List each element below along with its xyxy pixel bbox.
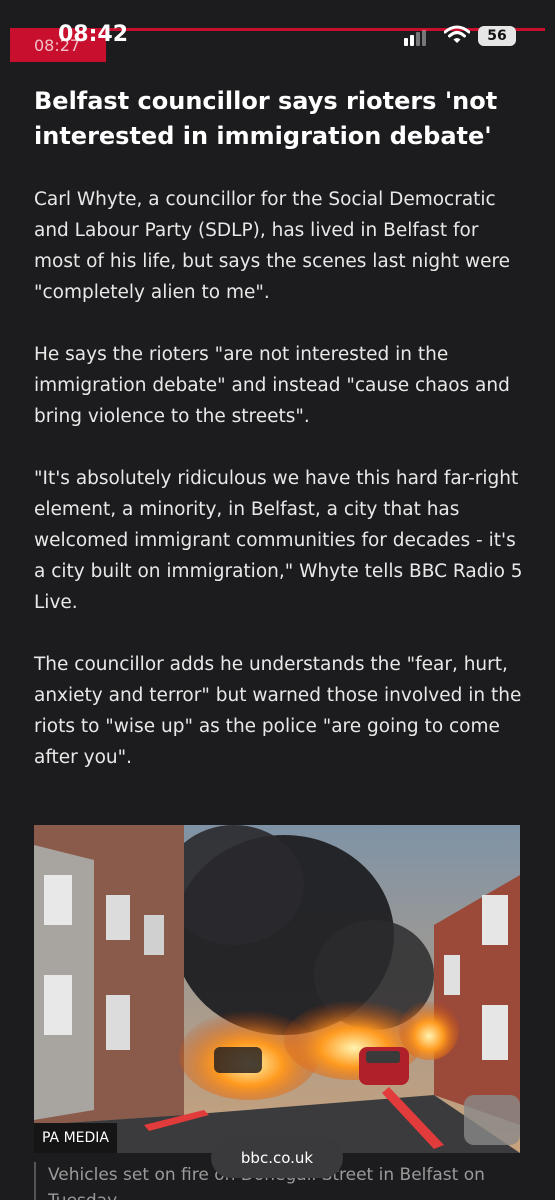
- article-headline: Belfast councillor says rioters 'not int…: [34, 87, 498, 150]
- article-paragraph: He says the rioters "are not interested …: [34, 344, 510, 427]
- status-time: 08:42: [58, 22, 129, 47]
- article-paragraph: Carl Whyte, a councillor for the Social …: [34, 189, 511, 303]
- photo-credit: PA MEDIA: [34, 1123, 117, 1153]
- address-bar[interactable]: bbc.co.uk: [211, 1138, 343, 1178]
- signal-icon: [404, 30, 426, 46]
- article-body: Belfast councillor says rioters 'not int…: [34, 84, 528, 804]
- battery-indicator: 56: [478, 26, 516, 46]
- article-photo[interactable]: PA MEDIA: [34, 825, 520, 1153]
- riot-street-photo: [34, 825, 520, 1153]
- article-paragraph: The councillor adds he understands the "…: [34, 654, 522, 768]
- status-bar: 08:27 08:42 56: [0, 0, 555, 64]
- wifi-icon: [443, 25, 471, 45]
- article-paragraph: "It's absolutely ridiculous we have this…: [34, 468, 523, 613]
